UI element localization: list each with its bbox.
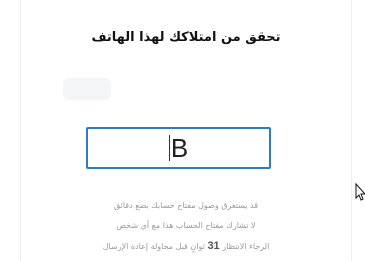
info-line-3: الرجاء الانتظار 31 ثوانٍ قبل محاولة إعاد… xyxy=(21,236,351,257)
info-line-3-start: الرجاء الانتظار xyxy=(222,242,270,251)
page: تحقق من امتلاكك لهذا الهاتف B قد يستغرق … xyxy=(0,0,365,261)
info-text: قد يستغرق وصول مفتاح حسابك بضع دقائق لا … xyxy=(21,196,351,257)
verification-panel: تحقق من امتلاكك لهذا الهاتف B قد يستغرق … xyxy=(20,0,352,261)
page-title: تحقق من امتلاكك لهذا الهاتف xyxy=(91,30,281,45)
info-line-1: قد يستغرق وصول مفتاح حسابك بضع دقائق xyxy=(113,201,259,210)
text-caret xyxy=(168,135,170,161)
arrow-cursor-icon xyxy=(355,183,365,201)
verification-code-value: B xyxy=(170,132,189,163)
countdown-seconds: 31 xyxy=(207,240,220,252)
info-line-2: لا تشارك مفتاح الحساب هذا مع أي شخص xyxy=(116,221,256,230)
verification-code-input[interactable]: B xyxy=(86,127,271,169)
info-line-3-end: ثوانٍ قبل محاولة إعادة الإرسال xyxy=(102,242,205,251)
placeholder-graphic xyxy=(63,78,111,100)
